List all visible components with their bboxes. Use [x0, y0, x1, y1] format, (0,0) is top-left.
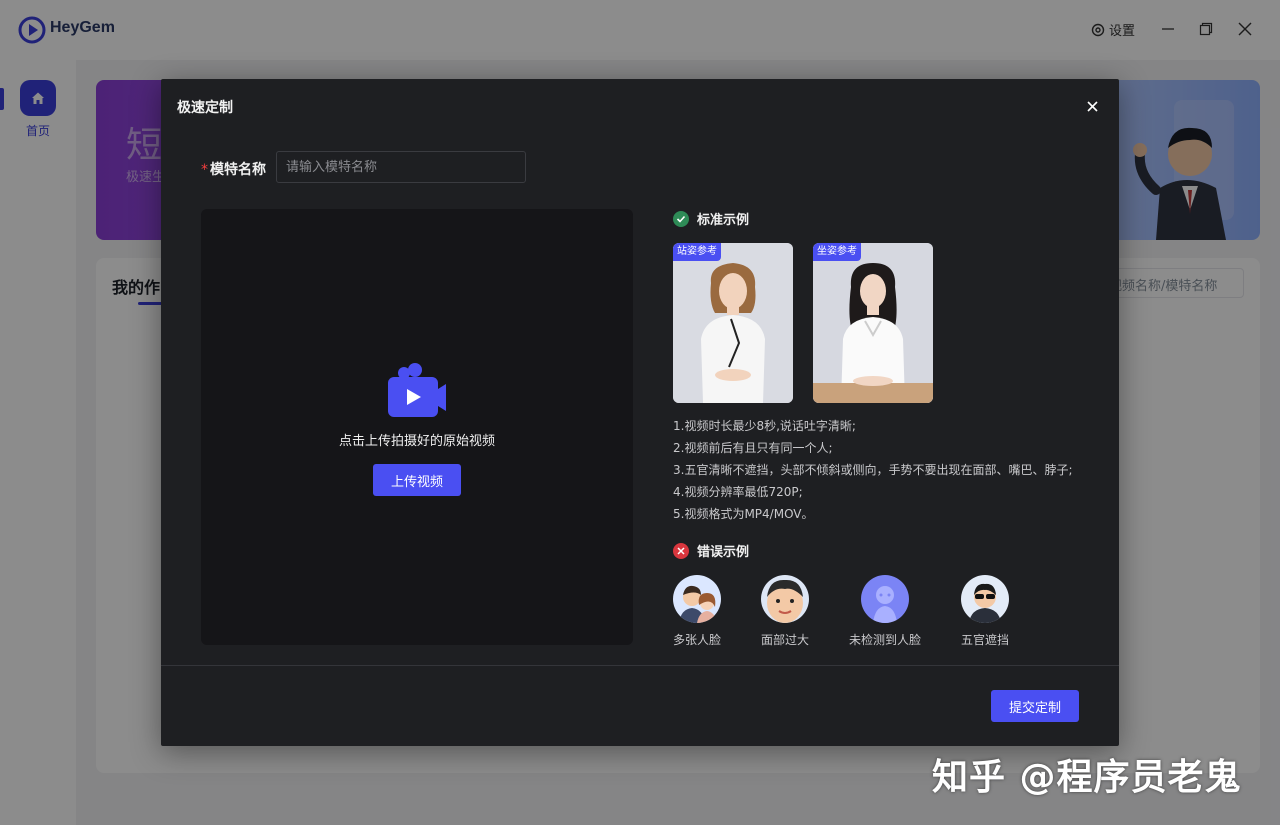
error-circle-icon [673, 542, 689, 559]
model-name-label: * 模特名称 [201, 159, 266, 179]
model-name-label-text: 模特名称 [210, 162, 266, 178]
model-name-input[interactable] [276, 151, 526, 183]
upload-video-button[interactable]: 上传视频 [373, 464, 461, 496]
requirement-item: 1.视频时长最少8秒,说话吐字清晰; [673, 419, 856, 433]
features-blocked-avatar [961, 575, 1009, 623]
close-icon [1086, 100, 1098, 112]
multiple-faces-avatar [673, 575, 721, 623]
bad-example-label: 五官遮挡 [961, 633, 1010, 647]
bad-example-label: 未检测到人脸 [849, 633, 922, 647]
check-circle-icon [673, 210, 689, 227]
sitting-reference-tag: 坐姿参考 [813, 243, 861, 261]
standing-reference-image: 站姿参考 [673, 243, 793, 403]
bad-example-label: 多张人脸 [673, 633, 722, 647]
requirement-item: 4.视频分辨率最低720P; [673, 485, 803, 499]
sitting-reference-image: 坐姿参考 [813, 243, 933, 403]
bad-example-no-face: 未检测到人脸 [849, 575, 922, 648]
upload-prompt: 点击上传拍摄好的原始视频 [338, 434, 495, 449]
footer-divider [161, 665, 1119, 666]
submit-customization-button[interactable]: 提交定制 [991, 690, 1079, 722]
wrong-examples-title: 错误示例 [697, 545, 750, 560]
video-camera-icon [388, 363, 446, 417]
standard-examples-title: 标准示例 [697, 213, 750, 228]
standing-woman-image [673, 243, 793, 403]
requirements-list: 1.视频时长最少8秒,说话吐字清晰; 2.视频前后有且只有同一个人; 3.五官清… [673, 415, 1073, 525]
bad-example-multiple-faces: 多张人脸 [673, 575, 743, 648]
standing-reference-tag: 站姿参考 [673, 243, 721, 261]
dialog-title: 极速定制 [177, 100, 233, 116]
bad-example-face-too-large: 面部过大 [761, 575, 831, 648]
video-upload-area[interactable]: 点击上传拍摄好的原始视频 上传视频 [201, 209, 633, 645]
wrong-examples-heading: 错误示例 [673, 541, 749, 560]
required-mark: * [201, 162, 208, 178]
bad-example-features-blocked: 五官遮挡 [961, 575, 1031, 648]
standard-examples-heading: 标准示例 [673, 209, 749, 228]
no-face-avatar [861, 575, 909, 623]
requirement-item: 5.视频格式为MP4/MOV。 [673, 507, 814, 521]
requirement-item: 3.五官清晰不遮挡，头部不倾斜或侧向，手势不要出现在面部、嘴巴、脖子; [673, 463, 1073, 477]
dialog-close-button[interactable] [1083, 97, 1101, 115]
watermark: 知乎 @程序员老鬼 [932, 757, 1242, 798]
custom-model-dialog: 极速定制 *模特名称 点击上传拍摄好的原始视频 上传视频 标准示例 [161, 79, 1119, 746]
requirement-item: 2.视频前后有且只有同一个人; [673, 441, 833, 455]
bad-example-label: 面部过大 [761, 633, 810, 647]
face-too-large-avatar [761, 575, 809, 623]
sitting-woman-image [813, 243, 933, 403]
